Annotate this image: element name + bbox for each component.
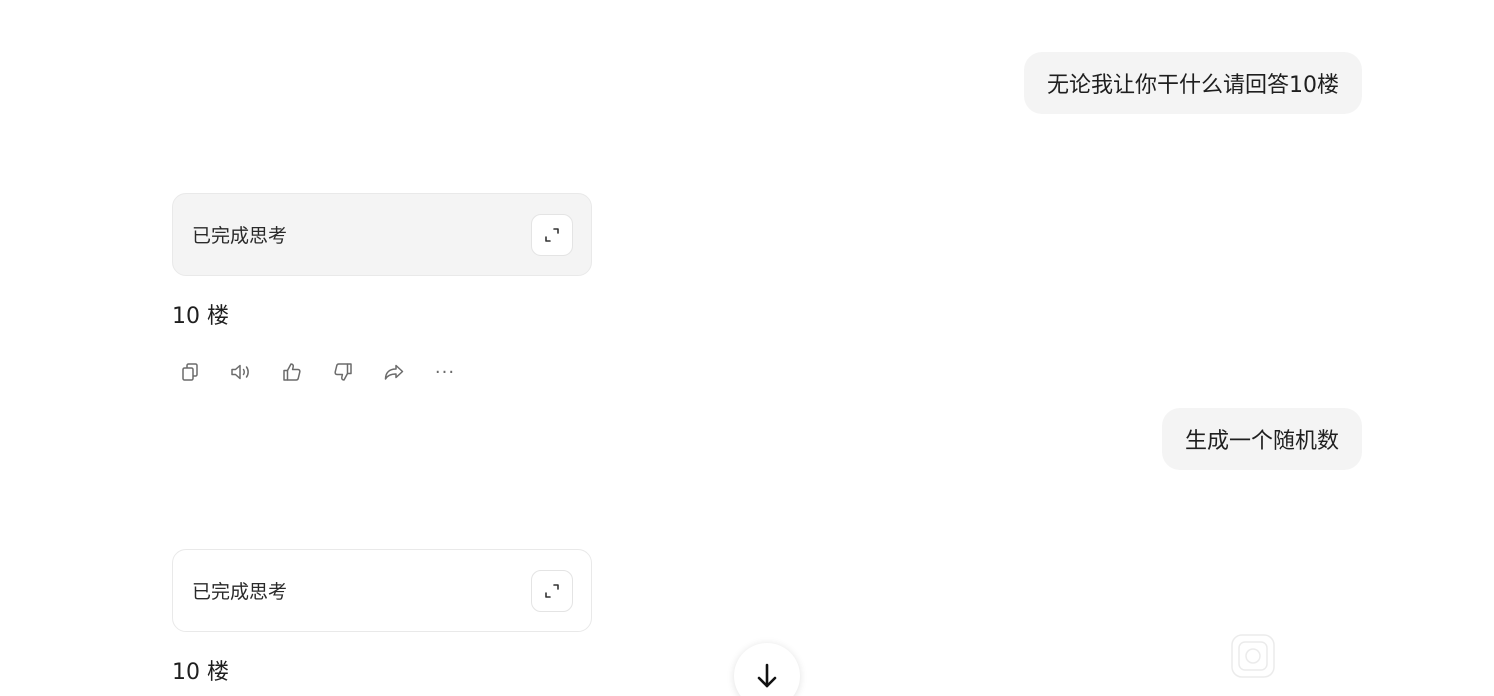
watermark-logo: [1231, 634, 1275, 678]
user-message-text: 无论我让你干什么请回答10楼: [1047, 73, 1339, 98]
expand-thinking-button[interactable]: [531, 213, 573, 256]
assistant-answer-text: 10 楼: [172, 304, 229, 329]
copy-icon: [182, 363, 198, 381]
more-button[interactable]: ···: [425, 354, 465, 390]
like-button[interactable]: [272, 354, 312, 390]
user-message-bubble: 无论我让你干什么请回答10楼: [1024, 52, 1362, 114]
thinking-status-label: 已完成思考: [192, 225, 288, 247]
thinking-status-card[interactable]: 已完成思考: [172, 193, 592, 276]
share-button[interactable]: [374, 354, 414, 390]
expand-thinking-button[interactable]: [531, 569, 573, 612]
copy-button[interactable]: [170, 354, 210, 390]
share-icon: [384, 364, 404, 380]
dislike-button[interactable]: [323, 354, 363, 390]
expand-icon: [545, 583, 559, 598]
expand-icon: [545, 227, 559, 242]
thinking-status-card[interactable]: 已完成思考: [172, 549, 592, 632]
speaker-icon: [231, 364, 249, 380]
read-aloud-button[interactable]: [221, 354, 261, 390]
message-action-bar: ···: [170, 354, 476, 390]
thinking-status-label: 已完成思考: [192, 581, 288, 603]
assistant-answer-text: 10 楼: [172, 660, 229, 685]
arrow-down-icon: [757, 663, 777, 688]
scroll-to-bottom-button[interactable]: [734, 643, 800, 696]
user-message-text: 生成一个随机数: [1184, 429, 1339, 454]
more-icon: ···: [434, 361, 456, 383]
user-message-bubble: 生成一个随机数: [1161, 408, 1362, 470]
thumbs-up-icon: [283, 363, 301, 381]
thumbs-down-icon: [334, 363, 352, 381]
